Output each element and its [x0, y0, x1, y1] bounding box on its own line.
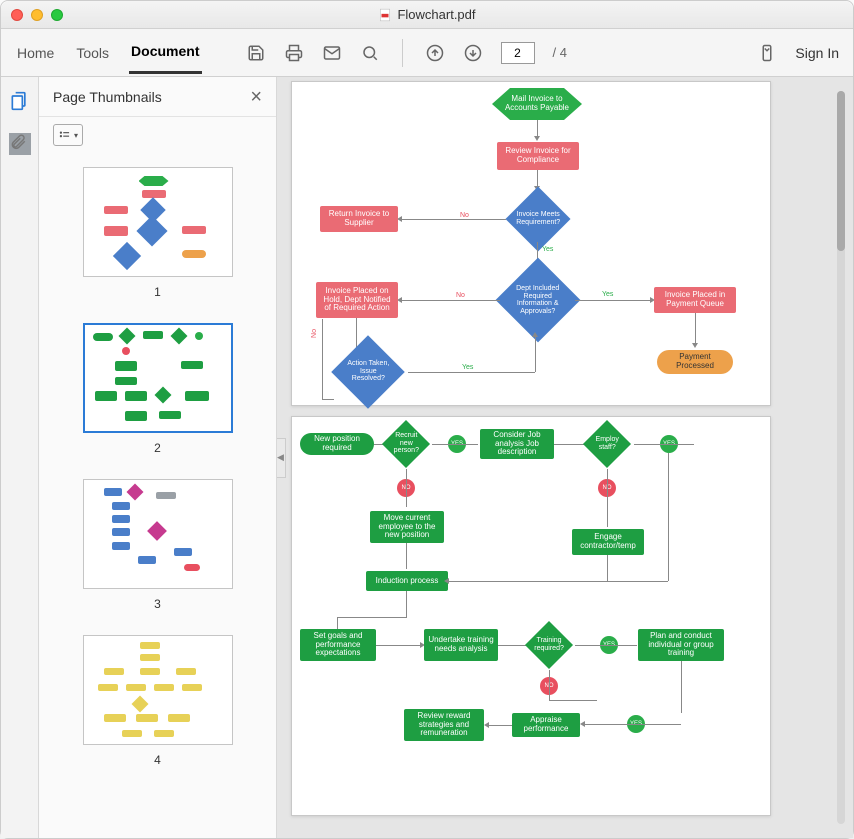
thumbnails-rail-icon[interactable] — [9, 91, 31, 113]
window-close-button[interactable] — [11, 9, 23, 21]
flowchart-label-no: No — [460, 212, 469, 219]
flowchart-decision: Recruit new person? — [382, 420, 430, 468]
thumbnail-item[interactable]: 2 — [39, 323, 276, 455]
scrollbar-thumb[interactable] — [837, 91, 845, 251]
flowchart-label-yes: Yes — [602, 291, 613, 298]
flowchart-process: Return Invoice to Supplier — [320, 206, 398, 232]
thumbnails-header: Page Thumbnails — [53, 89, 162, 105]
flowchart-process: Move current employee to the new positio… — [370, 511, 444, 543]
thumbnail-options-button[interactable]: ▾ — [53, 124, 83, 146]
page-total: / 4 — [553, 45, 567, 60]
document-viewer: ◀ Mail Invoice to Accounts Payable Revie… — [277, 77, 853, 838]
thumbnail-item[interactable]: 1 — [39, 167, 276, 299]
thumbnail-item[interactable]: 4 — [39, 635, 276, 767]
flowchart-label-no: No — [456, 292, 465, 299]
flowchart-process: Consider Job analysis Job description — [480, 429, 554, 459]
flowchart-decision: Action Taken, Issue Resolved? — [331, 335, 405, 409]
page-number-input[interactable] — [501, 42, 535, 64]
thumbnail-number: 2 — [154, 441, 161, 455]
save-icon[interactable] — [246, 43, 266, 63]
flowchart-terminator: Payment Processed — [657, 350, 733, 374]
flowchart-decision: Invoice Meets Requirement? — [505, 186, 570, 251]
flowchart-process: Appraise performance — [512, 713, 580, 737]
flowchart-process: Engage contractor/temp — [572, 529, 644, 555]
toolbar: Home Tools Document / 4 Sign In — [1, 29, 853, 77]
thumbnail-number: 4 — [154, 753, 161, 767]
viewer-scroll[interactable]: Mail Invoice to Accounts Payable Review … — [277, 77, 853, 838]
window-zoom-button[interactable] — [51, 9, 63, 21]
flowchart-process: Induction process — [366, 571, 448, 591]
flowchart-process: Review reward strategies and remuneratio… — [404, 709, 484, 741]
page-up-icon[interactable] — [425, 43, 445, 63]
flowchart-decision: Training required? — [525, 621, 573, 669]
thumbnail-number: 1 — [154, 285, 161, 299]
flowchart-process: Set goals and performance expectations — [300, 629, 376, 661]
search-icon[interactable] — [360, 43, 380, 63]
thumbnail-list: 1 — [39, 153, 276, 838]
flowchart-decision: Dept Included Required Information & App… — [496, 258, 581, 343]
document-page: Mail Invoice to Accounts Payable Review … — [291, 81, 771, 406]
tab-home[interactable]: Home — [15, 33, 56, 73]
page-down-icon[interactable] — [463, 43, 483, 63]
left-rail — [1, 77, 39, 838]
window-minimize-button[interactable] — [31, 9, 43, 21]
thumbnail-item[interactable]: 3 — [39, 479, 276, 611]
tab-document[interactable]: Document — [129, 31, 201, 74]
flowchart-label-yes: Yes — [542, 246, 553, 253]
flowchart-decision: Employ staff? — [583, 420, 631, 468]
flowchart-process: Invoice Placed on Hold, Dept Notified of… — [316, 282, 398, 318]
flowchart-process: Undertake training needs analysis — [424, 629, 498, 661]
tab-tools[interactable]: Tools — [74, 33, 111, 73]
flowchart-start: Mail Invoice to Accounts Payable — [492, 88, 582, 120]
flowchart-label-no: No — [311, 329, 318, 338]
attachments-rail-icon[interactable] — [9, 133, 31, 155]
flowchart-process: Plan and conduct individual or group tra… — [638, 629, 724, 661]
pdf-icon — [378, 8, 392, 22]
window-title: Flowchart.pdf — [1, 7, 853, 22]
sign-in-button[interactable]: Sign In — [795, 45, 839, 61]
thumbnails-panel: Page Thumbnails × ▾ — [39, 77, 277, 838]
flowchart-label-yes: Yes — [462, 364, 473, 371]
flowchart-terminator: New position required — [300, 433, 374, 455]
mobile-icon[interactable] — [757, 43, 777, 63]
close-thumbnails-icon[interactable]: × — [250, 87, 262, 107]
thumbnail-number: 3 — [154, 597, 161, 611]
email-icon[interactable] — [322, 43, 342, 63]
vertical-scrollbar[interactable] — [837, 91, 845, 824]
print-icon[interactable] — [284, 43, 304, 63]
titlebar: Flowchart.pdf — [1, 1, 853, 29]
flowchart-process: Review Invoice for Compliance — [497, 142, 579, 170]
document-page: New position required Recruit new person… — [291, 416, 771, 816]
flowchart-process: Invoice Placed in Payment Queue — [654, 287, 736, 313]
